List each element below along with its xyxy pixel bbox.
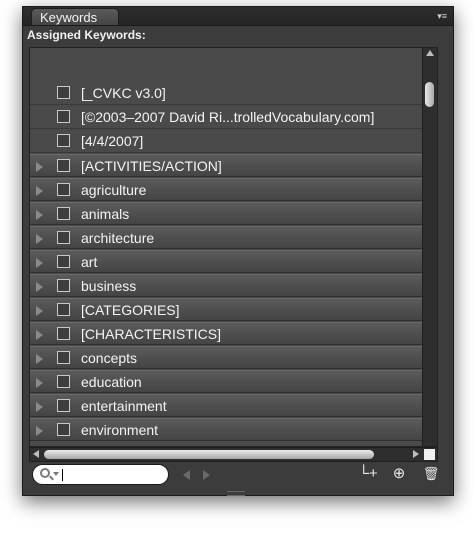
keyword-checkbox[interactable] (57, 423, 70, 436)
disclosure-triangle-icon[interactable] (36, 282, 43, 292)
disclosure-triangle-icon[interactable] (36, 426, 43, 436)
resize-grip-icon[interactable] (227, 491, 245, 496)
keyword-label: art (81, 254, 98, 270)
keyword-row[interactable]: animals (30, 202, 437, 225)
keyword-rows: [_CVKC v3.0] [©2003–2007 David Ri...troll… (30, 82, 437, 442)
keyword-label: concepts (81, 350, 138, 366)
horizontal-scrollbar[interactable] (29, 447, 438, 462)
keyword-row[interactable]: art (30, 250, 437, 273)
keyword-label: [4/4/2007] (81, 133, 144, 149)
search-icon[interactable] (40, 468, 50, 478)
vertical-scroll-thumb[interactable] (425, 82, 434, 107)
keyword-checkbox[interactable] (57, 110, 70, 123)
keyword-checkbox[interactable] (57, 327, 70, 340)
keyword-list[interactable]: [_CVKC v3.0] [©2003–2007 David Ri...troll… (29, 47, 438, 447)
disclosure-triangle-icon[interactable] (36, 258, 43, 268)
keyword-checkbox[interactable] (57, 399, 70, 412)
keyword-checkbox[interactable] (57, 351, 70, 364)
text-cursor (62, 469, 63, 481)
panel-menu-icon[interactable]: ▾≡ (427, 11, 447, 22)
keyword-label: [CATEGORIES] (81, 302, 180, 318)
keyword-label: environment (81, 422, 159, 438)
keyword-row[interactable]: concepts (30, 346, 437, 369)
keyword-row[interactable]: entertainment (30, 394, 437, 417)
previous-match-icon[interactable] (183, 470, 190, 480)
keyword-row[interactable]: [CHARACTERISTICS] (30, 322, 437, 345)
keyword-label: business (81, 278, 137, 294)
tab-keywords[interactable]: Keywords (31, 8, 119, 25)
disclosure-triangle-icon[interactable] (36, 330, 43, 340)
disclosure-triangle-icon[interactable] (36, 162, 43, 172)
disclosure-triangle-icon[interactable] (36, 210, 43, 220)
keyword-checkbox[interactable] (57, 159, 70, 172)
vertical-scrollbar[interactable] (422, 48, 437, 446)
keywords-panel: Keywords ▾≡ Assigned Keywords: [_CVKC v3… (22, 6, 454, 496)
scroll-up-icon[interactable] (426, 50, 434, 56)
keyword-row[interactable]: [_CVKC v3.0] (30, 82, 437, 105)
keyword-label: [©2003–2007 David Ri...trolledVocabulary… (81, 109, 375, 125)
horizontal-scroll-thumb[interactable] (44, 450, 374, 459)
next-match-icon[interactable] (203, 470, 210, 480)
disclosure-triangle-icon[interactable] (36, 186, 43, 196)
keyword-row[interactable]: education (30, 370, 437, 393)
new-keyword-icon[interactable]: ⊕ (389, 465, 409, 483)
keyword-row[interactable]: [4/4/2007] (30, 130, 437, 153)
keyword-checkbox[interactable] (57, 255, 70, 268)
panel-tab-bar: Keywords ▾≡ (23, 7, 453, 26)
keyword-label: agriculture (81, 182, 147, 198)
keyword-checkbox[interactable] (57, 86, 70, 99)
keyword-row[interactable]: agriculture (30, 178, 437, 201)
keyword-label: [ACTIVITIES/ACTION] (81, 158, 222, 174)
keyword-checkbox[interactable] (57, 303, 70, 316)
keyword-checkbox[interactable] (57, 207, 70, 220)
keyword-checkbox[interactable] (57, 231, 70, 244)
scroll-right-icon[interactable] (413, 450, 419, 458)
keyword-row[interactable]: architecture (30, 226, 437, 249)
scroll-corner (424, 449, 435, 460)
assigned-keywords-label: Assigned Keywords: (27, 28, 146, 42)
keyword-label: architecture (81, 230, 155, 246)
keyword-row[interactable]: [©2003–2007 David Ri...trolledVocabulary… (30, 106, 437, 129)
disclosure-triangle-icon[interactable] (36, 354, 43, 364)
keyword-label: [CHARACTERISTICS] (81, 326, 222, 342)
keyword-checkbox[interactable] (57, 279, 70, 292)
keyword-row[interactable]: business (30, 274, 437, 297)
disclosure-triangle-icon[interactable] (36, 306, 43, 316)
keyword-search-box[interactable] (32, 464, 169, 485)
keyword-row[interactable]: environment (30, 418, 437, 441)
delete-keyword-icon[interactable]: 🗑 (421, 465, 441, 483)
keyword-search-input[interactable] (61, 467, 165, 484)
scroll-left-icon[interactable] (33, 450, 39, 458)
disclosure-triangle-icon[interactable] (36, 402, 43, 412)
keyword-label: entertainment (81, 398, 167, 414)
disclosure-triangle-icon[interactable] (36, 378, 43, 388)
keyword-checkbox[interactable] (57, 183, 70, 196)
disclosure-triangle-icon[interactable] (36, 234, 43, 244)
search-options-chevron-icon[interactable] (53, 472, 59, 476)
keyword-checkbox[interactable] (57, 375, 70, 388)
keyword-label: education (81, 374, 142, 390)
new-sub-keyword-icon[interactable]: └+ (358, 465, 378, 483)
keyword-label: [_CVKC v3.0] (81, 85, 166, 101)
keyword-row[interactable]: [ACTIVITIES/ACTION] (30, 154, 437, 177)
keyword-row[interactable]: [CATEGORIES] (30, 298, 437, 321)
keyword-checkbox[interactable] (57, 134, 70, 147)
keyword-label: animals (81, 206, 130, 222)
